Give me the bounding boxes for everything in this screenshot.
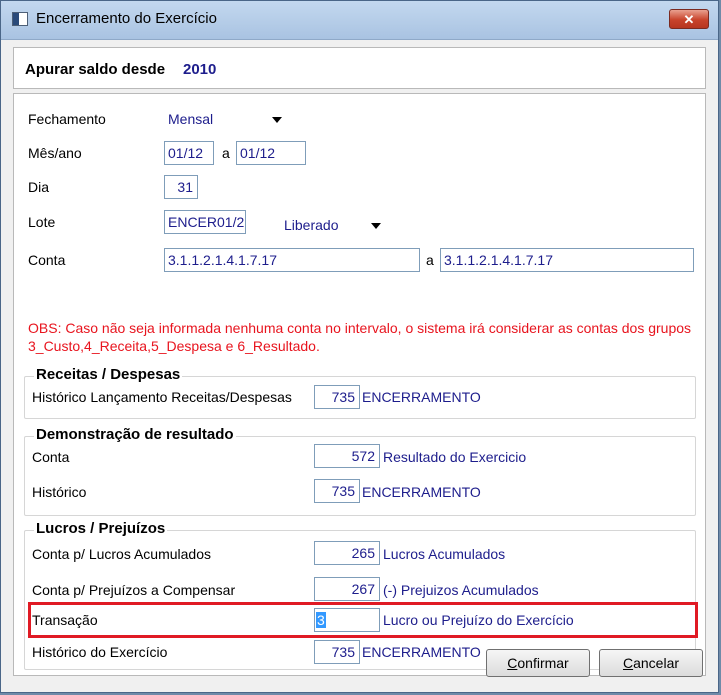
conta-prejuizos-desc: (-) Prejuizos Acumulados	[383, 582, 539, 598]
title-bar[interactable]: Encerramento do Exercício ✕	[1, 1, 718, 40]
demonstracao-historico-label: Histórico	[32, 484, 87, 500]
demonstracao-conta-code-input[interactable]: 572	[314, 444, 380, 468]
historico-receitas-desc: ENCERRAMENTO	[362, 389, 481, 405]
fechamento-value: Mensal	[168, 111, 214, 127]
close-button[interactable]: ✕	[669, 9, 709, 29]
conta-to-input[interactable]: 3.1.1.2.1.4.1.7.17	[440, 248, 694, 272]
cancel-label: ancelar	[633, 655, 680, 671]
lucros-prejuizos-title: Lucros / Prejuízos	[34, 520, 168, 537]
fechamento-label: Fechamento	[28, 111, 106, 127]
conta-lucros-desc: Lucros Acumulados	[383, 546, 506, 562]
header-panel: Apurar saldo desde 2010	[13, 47, 706, 89]
cancel-button[interactable]: Cancelar	[599, 649, 703, 677]
conta-separator: a	[426, 252, 434, 268]
mes-ano-separator: a	[222, 145, 230, 161]
historico-exercicio-code-input[interactable]: 735	[314, 640, 360, 664]
fechamento-select[interactable]: Mensal	[164, 107, 289, 131]
historico-exercicio-desc: ENCERRAMENTO	[362, 644, 481, 660]
form-panel: Fechamento Mensal Mês/ano 01/12 a 01/12 …	[13, 93, 706, 676]
chevron-down-icon	[371, 223, 381, 229]
demonstracao-conta-desc: Resultado do Exercicio	[383, 449, 527, 465]
mes-ano-to-input[interactable]: 01/12	[236, 141, 306, 165]
lote-input[interactable]: ENCER01/2	[164, 210, 246, 234]
demonstracao-historico-desc: ENCERRAMENTO	[362, 484, 481, 500]
conta-lucros-code-input[interactable]: 265	[314, 541, 380, 565]
confirm-label: onfirmar	[517, 655, 569, 671]
obs-warning-text: OBS: Caso não seja informada nenhuma con…	[28, 320, 692, 354]
window-title: Encerramento do Exercício	[36, 10, 217, 27]
lote-status-value: Liberado	[284, 217, 339, 233]
transacao-code-selected: 3	[316, 612, 326, 628]
conta-prejuizos-code-input[interactable]: 267	[314, 577, 380, 601]
cancel-mnemonic: C	[622, 655, 634, 671]
mes-ano-label: Mês/ano	[28, 145, 82, 161]
conta-lucros-label: Conta p/ Lucros Acumulados	[32, 546, 211, 562]
header-year: 2010	[183, 61, 217, 78]
historico-receitas-label: Histórico Lançamento Receitas/Despesas	[32, 389, 292, 405]
confirm-button[interactable]: Confirmar	[486, 649, 590, 677]
historico-receitas-code-input[interactable]: 735	[314, 385, 360, 409]
conta-from-input[interactable]: 3.1.1.2.1.4.1.7.17	[164, 248, 420, 272]
dia-label: Dia	[28, 179, 50, 195]
conta-label: Conta	[28, 252, 66, 268]
demonstracao-resultado-title: Demonstração de resultado	[34, 426, 236, 443]
conta-prejuizos-label: Conta p/ Prejuízos a Compensar	[32, 582, 236, 598]
window-icon	[12, 12, 28, 26]
lote-label: Lote	[28, 214, 56, 230]
transacao-label: Transação	[32, 612, 98, 628]
dialog-client: Apurar saldo desde 2010 Fechamento Mensa…	[9, 41, 710, 684]
dialog-window: Encerramento do Exercício ✕ Apurar saldo…	[0, 0, 719, 693]
transacao-desc: Lucro ou Prejuízo do Exercício	[383, 612, 574, 628]
confirm-mnemonic: C	[507, 655, 518, 671]
chevron-down-icon	[272, 117, 282, 123]
mes-ano-from-input[interactable]: 01/12	[164, 141, 214, 165]
demonstracao-conta-label: Conta	[32, 449, 70, 465]
demonstracao-historico-code-input[interactable]: 735	[314, 479, 360, 503]
dia-input[interactable]: 31	[164, 175, 198, 199]
historico-exercicio-label: Histórico do Exercício	[32, 644, 168, 660]
receitas-despesas-title: Receitas / Despesas	[34, 366, 183, 383]
header-label: Apurar saldo desde	[25, 61, 166, 78]
lote-status-select[interactable]: Liberado	[280, 213, 388, 237]
transacao-code-input[interactable]: 3	[314, 608, 380, 632]
